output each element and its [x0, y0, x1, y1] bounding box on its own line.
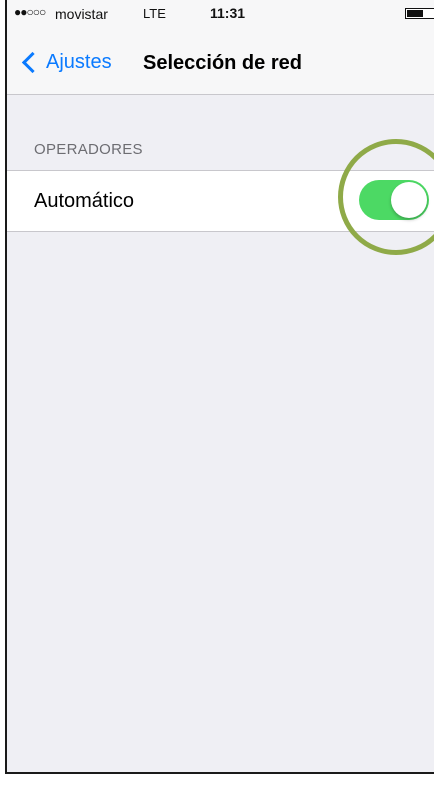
toggle-knob	[391, 182, 427, 218]
battery-icon	[405, 8, 434, 19]
back-button-label: Ajustes	[46, 50, 112, 73]
network-type: LTE	[143, 6, 166, 21]
chevron-left-icon	[21, 51, 44, 73]
section-header-operators: OPERADORES	[34, 141, 143, 158]
page-title: Selección de red	[143, 52, 302, 74]
status-bar: ●●○○○ movistar LTE 11:31	[7, 0, 434, 26]
status-time: 11:31	[210, 5, 246, 21]
list-item-automatic: Automático	[7, 170, 434, 232]
carrier-name: movistar	[55, 6, 108, 22]
automatic-toggle[interactable]	[359, 180, 429, 220]
signal-strength-indicator: ●●○○○	[14, 5, 46, 19]
back-button[interactable]: Ajustes	[19, 48, 112, 76]
phone-screen: ●●○○○ movistar LTE 11:31 Ajustes Selecci…	[5, 0, 434, 774]
list-item-label: Automático	[34, 190, 135, 212]
navigation-bar: Ajustes Selección de red	[7, 26, 434, 95]
